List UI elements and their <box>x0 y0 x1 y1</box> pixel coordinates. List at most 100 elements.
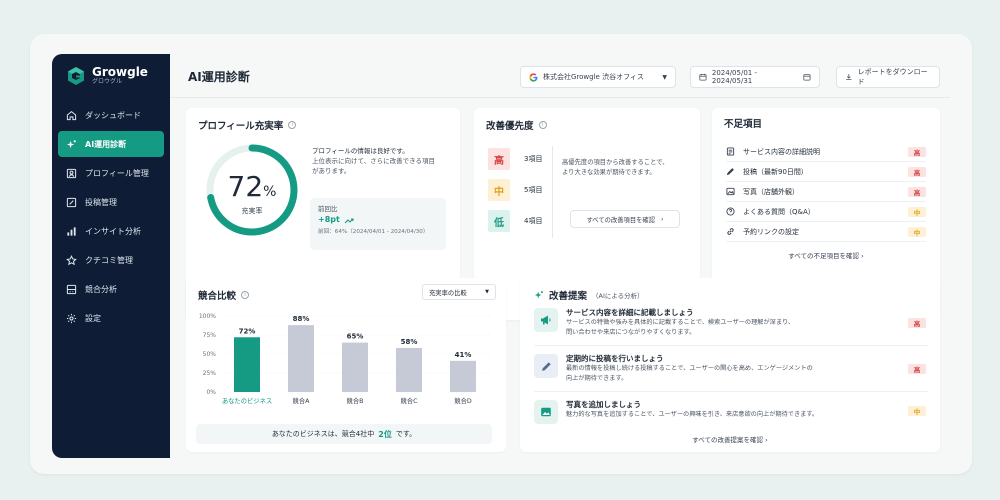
calendar-icon <box>803 74 811 81</box>
suggest-title: 改善提案 <box>549 291 588 302</box>
priority-row: 低 4項目 <box>488 210 542 232</box>
y-tick-label: 0% <box>206 389 216 396</box>
priority-title: 改善優先度 <box>486 121 534 132</box>
bar <box>342 342 368 392</box>
sidebar-item-label: プロフィール管理 <box>85 168 149 178</box>
y-tick-label: 50% <box>203 351 217 358</box>
comparison-metric-select[interactable]: 充実率の比較 ▼ <box>422 284 496 300</box>
priority-badge: 中 <box>908 226 926 237</box>
priority-count: 5項目 <box>524 186 543 194</box>
sidebar-item-settings[interactable]: 設定 <box>58 305 164 331</box>
summary-text: です。 <box>395 430 417 438</box>
missing-item[interactable]: 予約リンクの設定 中 <box>726 222 926 242</box>
suggestion-desc: 最新の情報を投稿し続ける投稿することで、ユーザーの関心を高め、エンゲージメントの… <box>566 364 896 384</box>
profile-title: プロフィール充実率 <box>198 121 284 132</box>
gauge-value: 72% <box>202 170 302 203</box>
app-subname: グロウグル <box>92 78 123 85</box>
y-tick-label: 25% <box>203 370 217 377</box>
info-icon[interactable]: i <box>241 291 250 299</box>
download-label: レポートをダウンロード <box>857 68 928 86</box>
link-label: すべての不足項目を確認 <box>788 252 860 260</box>
logo: Growgle グロウグル <box>58 66 164 102</box>
compare-label: 前回比 <box>318 205 338 213</box>
compare-value: +8pt <box>318 215 340 224</box>
download-icon <box>846 73 852 81</box>
download-report-button[interactable]: レポートをダウンロード <box>836 66 940 88</box>
image-icon <box>541 407 551 417</box>
compare-icon <box>66 284 77 294</box>
bar-value-label: 41% <box>455 351 472 359</box>
suggestion-item[interactable]: 定期的に投稿を行いましょう 最新の情報を投稿し続ける投稿することで、ユーザーの関… <box>534 352 928 392</box>
info-icon[interactable]: i <box>538 121 547 129</box>
home-icon <box>66 110 77 120</box>
bar <box>288 325 314 392</box>
ai-sparkle-icon <box>66 139 76 148</box>
suggestion-item[interactable]: 写真を追加しましょう 魅力的な写真を追加することで、ユーザーの興味を引き、来店意… <box>534 398 928 430</box>
priority-low-badge: 低 <box>488 210 510 232</box>
x-tick-label: 競合B <box>347 396 364 405</box>
rate-unit: % <box>263 184 277 200</box>
store-name: 株式会社Growgle 渋谷オフィス <box>543 73 644 81</box>
desc-line: 問い合わせや来店につながりやすくなります。 <box>566 329 696 336</box>
sidebar-item-posts[interactable]: 投稿管理 <box>58 189 164 215</box>
sidebar-item-label: クチコミ管理 <box>85 255 133 265</box>
view-all-missing-link[interactable]: すべての不足項目を確認 › <box>712 250 940 260</box>
profile-icon <box>66 168 77 178</box>
sidebar-item-dashboard[interactable]: ダッシュボード <box>58 102 164 128</box>
suggestion-icon-box <box>534 400 558 424</box>
button-label: すべての改善項目を確認 <box>586 216 656 224</box>
store-select[interactable]: 株式会社Growgle 渋谷オフィス ▼ <box>520 66 676 88</box>
card-title: 不足項目 <box>724 119 763 130</box>
suggestions-card: 改善提案 （AIによる分析） サービス内容を詳細に記載しましょう サービスの特徴… <box>520 278 940 452</box>
sidebar-item-label: 投稿管理 <box>85 197 117 207</box>
y-tick-label: 75% <box>203 332 217 339</box>
view-all-improvements-button[interactable]: すべての改善項目を確認 › <box>570 210 680 228</box>
suggestion-desc: サービスの特徴や強みを具体的に記載することで、検索ユーザーの理解が深まり、 問い… <box>566 318 896 338</box>
google-icon <box>529 72 538 82</box>
missing-item[interactable]: 投稿（最新90日間） 高 <box>726 162 926 182</box>
sidebar-item-ai-diagnosis[interactable]: AI運用診断 <box>58 131 164 157</box>
date-range-picker[interactable]: 2024/05/01 - 2024/05/31 <box>690 66 820 88</box>
missing-item[interactable]: 写真（店舗外観） 高 <box>726 182 926 202</box>
bar-value-label: 72% <box>239 327 256 335</box>
view-all-suggestions-link[interactable]: すべての改善提案を確認 › <box>520 434 940 444</box>
sidebar-item-reviews[interactable]: クチコミ管理 <box>58 247 164 273</box>
desc-line: サービスの特徴や強みを具体的に記載することで、検索ユーザーの理解が深まり、 <box>566 319 795 326</box>
message-line: 上位表示に向けて、さらに改善できる項目 <box>312 157 436 165</box>
rate-number: 72 <box>227 170 264 203</box>
desc-line: 魅力的な写真を追加することで、ユーザーの興味を引き、来店意欲の向上が期待できます… <box>566 411 819 418</box>
competitor-card: 競合比較 i 充実率の比較 ▼ 100% 75% 50% 25% 0% 72% あなたのビジ… <box>186 278 506 452</box>
date-range: 2024/05/01 - 2024/05/31 <box>711 69 757 85</box>
ai-sparkle-icon <box>534 291 543 299</box>
edit-post-icon <box>66 197 77 207</box>
bar-value-label: 88% <box>293 315 310 323</box>
suggestion-item[interactable]: サービス内容を詳細に記載しましょう サービスの特徴や強みを具体的に記載することで… <box>534 306 928 346</box>
sidebar-item-insights[interactable]: インサイト分析 <box>58 218 164 244</box>
trend-up-icon <box>344 217 354 223</box>
missing-item-label: 投稿（最新90日間） <box>743 167 808 176</box>
chevron-down-icon: ▼ <box>662 73 667 81</box>
bar-value-label: 58% <box>401 338 418 346</box>
priority-badge: 高 <box>908 146 926 157</box>
missing-item[interactable]: よくある質問（Q&A） 中 <box>726 202 926 222</box>
sidebar-item-competitors[interactable]: 競合分析 <box>58 276 164 302</box>
missing-item[interactable]: サービス内容の詳細説明 高 <box>726 142 926 162</box>
summary-text: あなたのビジネスは、競合4社中 <box>271 430 375 438</box>
gauge-label: 充実率 <box>241 207 263 215</box>
suggestion-title: サービス内容を詳細に記載しましょう <box>566 308 694 317</box>
priority-badge: 中 <box>908 406 926 416</box>
x-tick-label: 競合A <box>293 396 311 405</box>
page-title: AI運用診断 <box>188 70 250 84</box>
suggestion-title: 写真を追加しましょう <box>566 400 641 409</box>
priority-mid-badge: 中 <box>488 179 510 201</box>
pen-icon <box>726 168 734 176</box>
desc-line: 向上が期待できます。 <box>566 375 628 382</box>
question-icon <box>726 207 735 216</box>
description-line: 高優先度の項目から改善することで、 <box>562 159 669 166</box>
description-line: より大きな効果が期待できます。 <box>562 169 656 176</box>
card-title: 競合比較 i <box>198 288 250 302</box>
info-icon[interactable]: i <box>288 121 297 129</box>
missing-item-label: よくある質問（Q&A） <box>743 207 815 216</box>
sidebar-item-profile[interactable]: プロフィール管理 <box>58 160 164 186</box>
select-value: 充実率の比較 <box>429 289 467 297</box>
